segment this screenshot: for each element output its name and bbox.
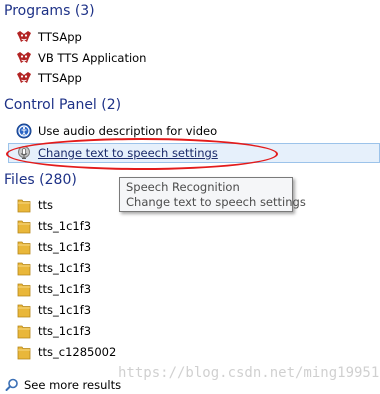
tooltip-title: Speech Recognition [126, 180, 240, 194]
control-panel-item-label: Change text to speech settings [38, 146, 218, 160]
program-item-vb-tts[interactable]: VB TTS Application [16, 48, 146, 68]
file-item-label: tts_1c1f3 [38, 324, 92, 338]
folder-icon [16, 281, 32, 297]
control-panel-item-label: Use audio description for video [38, 124, 218, 138]
file-item[interactable]: tts [16, 195, 53, 215]
file-item[interactable]: tts_1c1f3 [16, 279, 91, 299]
watermark: https://blog.csdn.net/ming19951224 [118, 365, 380, 381]
tts-app-icon [16, 29, 32, 45]
file-item[interactable]: tts_1c1f3 [16, 321, 91, 341]
file-item-label: tts_1c1f3 [38, 282, 92, 296]
tts-app-icon [16, 50, 32, 66]
program-item-ttsapp[interactable]: TTSApp [16, 27, 82, 47]
folder-icon [16, 302, 32, 318]
file-item-label: tts_1c1f3 [38, 219, 92, 233]
tts-app-icon [16, 70, 32, 86]
file-item-label: tts_1c1f3 [38, 261, 92, 275]
search-icon [4, 377, 20, 393]
tooltip: Speech Recognition Change text to speech… [119, 177, 306, 212]
program-item-ttsapp-2[interactable]: TTSApp [16, 68, 82, 88]
file-item-label: tts [38, 198, 54, 212]
folder-icon [16, 197, 32, 213]
file-item-label: tts_c1285002 [38, 345, 117, 359]
file-item[interactable]: tts_1c1f3 [16, 237, 91, 257]
folder-icon [16, 260, 32, 276]
folder-icon [16, 218, 32, 234]
program-item-label: TTSApp [38, 71, 82, 85]
files-header[interactable]: Files (280) [4, 172, 77, 188]
file-item[interactable]: tts_c1285002 [16, 342, 116, 362]
file-item[interactable]: tts_1c1f3 [16, 258, 91, 278]
folder-icon [16, 344, 32, 360]
program-item-label: TTSApp [38, 30, 82, 44]
see-more-results-label: See more results [24, 378, 122, 392]
programs-header[interactable]: Programs (3) [4, 3, 95, 19]
ease-of-access-icon [16, 123, 32, 139]
folder-icon [16, 239, 32, 255]
file-item-label: tts_1c1f3 [38, 303, 92, 317]
tooltip-description: Change text to speech settings [126, 195, 306, 209]
file-item-label: tts_1c1f3 [38, 240, 92, 254]
file-item[interactable]: tts_1c1f3 [16, 300, 91, 320]
control-panel-header[interactable]: Control Panel (2) [4, 97, 121, 113]
see-more-results-link[interactable]: See more results [4, 376, 121, 394]
microphone-icon [16, 145, 32, 161]
control-panel-item-text-to-speech[interactable]: Change text to speech settings [8, 143, 380, 163]
program-item-label: VB TTS Application [38, 51, 147, 65]
folder-icon [16, 323, 32, 339]
control-panel-item-audio-description[interactable]: Use audio description for video [16, 121, 217, 141]
file-item[interactable]: tts_1c1f3 [16, 216, 91, 236]
